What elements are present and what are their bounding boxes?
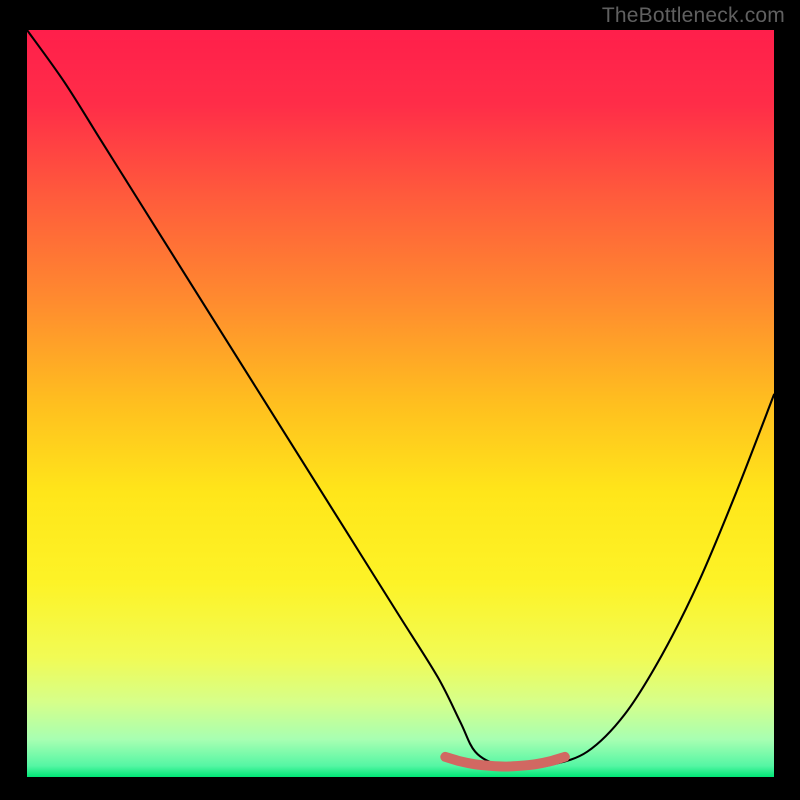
bottleneck-curve bbox=[27, 30, 774, 768]
chart-frame: TheBottleneck.com bbox=[0, 0, 800, 800]
watermark-text: TheBottleneck.com bbox=[602, 4, 785, 28]
chart-lines bbox=[27, 30, 774, 774]
valley-marker bbox=[445, 757, 565, 767]
plot-area bbox=[27, 30, 774, 774]
